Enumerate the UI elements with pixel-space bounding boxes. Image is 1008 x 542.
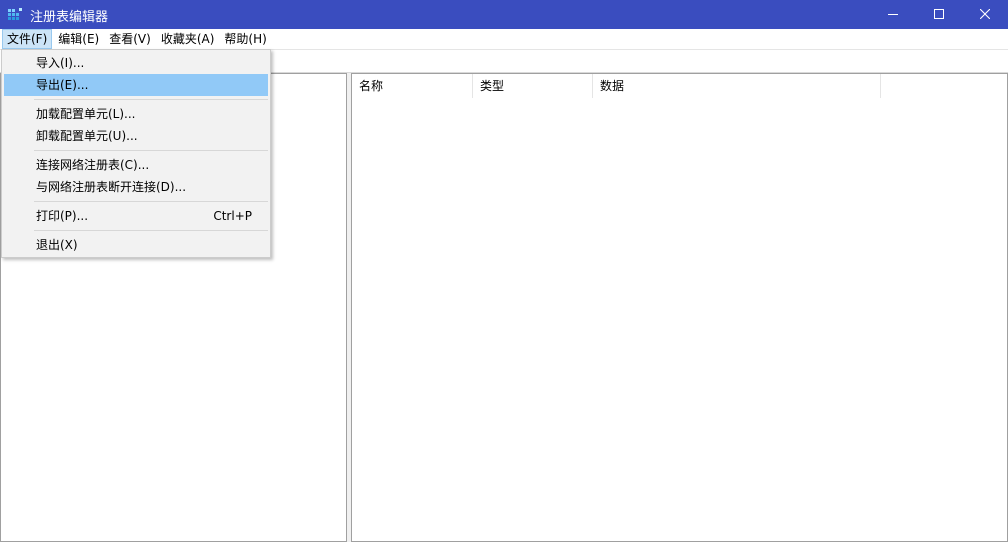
menu-bar: 文件(F) 编辑(E) 查看(V) 收藏夹(A) 帮助(H) [0, 29, 1008, 49]
menu-separator [34, 201, 268, 202]
menu-item-label: 打印(P)... [36, 209, 89, 223]
close-icon [979, 8, 991, 22]
menu-item-load-hive[interactable]: 加载配置单元(L)... [4, 103, 268, 125]
menu-separator [34, 99, 268, 100]
menu-favorites[interactable]: 收藏夹(A) [157, 29, 219, 49]
menu-item-exit[interactable]: 退出(X) [4, 234, 268, 256]
menu-item-label: 退出(X) [36, 238, 78, 252]
maximize-icon [934, 8, 944, 22]
menu-item-disconnect-network-registry[interactable]: 与网络注册表断开连接(D)... [4, 176, 268, 198]
column-header-data[interactable]: 数据 [593, 74, 881, 98]
minimize-icon [888, 8, 898, 22]
menu-separator [34, 150, 268, 151]
column-header-name[interactable]: 名称 [352, 74, 473, 98]
menu-item-connect-network-registry[interactable]: 连接网络注册表(C)... [4, 154, 268, 176]
title-bar[interactable]: 注册表编辑器 [0, 0, 1008, 29]
maximize-button[interactable] [916, 0, 962, 29]
menu-item-label: 与网络注册表断开连接(D)... [36, 180, 187, 194]
file-menu-dropdown: 导入(I)... 导出(E)... 加载配置单元(L)... 卸载配置单元(U)… [1, 49, 271, 258]
menu-item-export[interactable]: 导出(E)... [4, 74, 268, 96]
menu-view[interactable]: 查看(V) [105, 29, 155, 49]
menu-item-print[interactable]: 打印(P)... Ctrl+P [4, 205, 268, 227]
menu-edit[interactable]: 编辑(E) [54, 29, 103, 49]
menu-file[interactable]: 文件(F) [2, 29, 53, 49]
minimize-button[interactable] [870, 0, 916, 29]
menu-item-label: 加载配置单元(L)... [36, 107, 136, 121]
menu-item-label: 导出(E)... [36, 78, 89, 92]
value-list-pane[interactable]: 名称 类型 数据 [351, 73, 1008, 542]
list-header: 名称 类型 数据 [352, 74, 1007, 98]
menu-item-unload-hive[interactable]: 卸载配置单元(U)... [4, 125, 268, 147]
menu-item-label: 卸载配置单元(U)... [36, 129, 138, 143]
window-title: 注册表编辑器 [30, 10, 109, 25]
menu-item-shortcut: Ctrl+P [213, 209, 252, 223]
close-button[interactable] [962, 0, 1008, 29]
menu-item-label: 连接网络注册表(C)... [36, 158, 150, 172]
menu-item-label: 导入(I)... [36, 56, 85, 70]
menu-separator [34, 230, 268, 231]
menu-help[interactable]: 帮助(H) [220, 29, 270, 49]
menu-item-import[interactable]: 导入(I)... [4, 52, 268, 74]
registry-editor-window: 注册表编辑器 文件(F) 编辑(E) 查看(V) 收藏夹(A) 帮助(H) 名称… [0, 0, 1008, 542]
registry-editor-icon [8, 8, 22, 22]
column-header-type[interactable]: 类型 [473, 74, 593, 98]
